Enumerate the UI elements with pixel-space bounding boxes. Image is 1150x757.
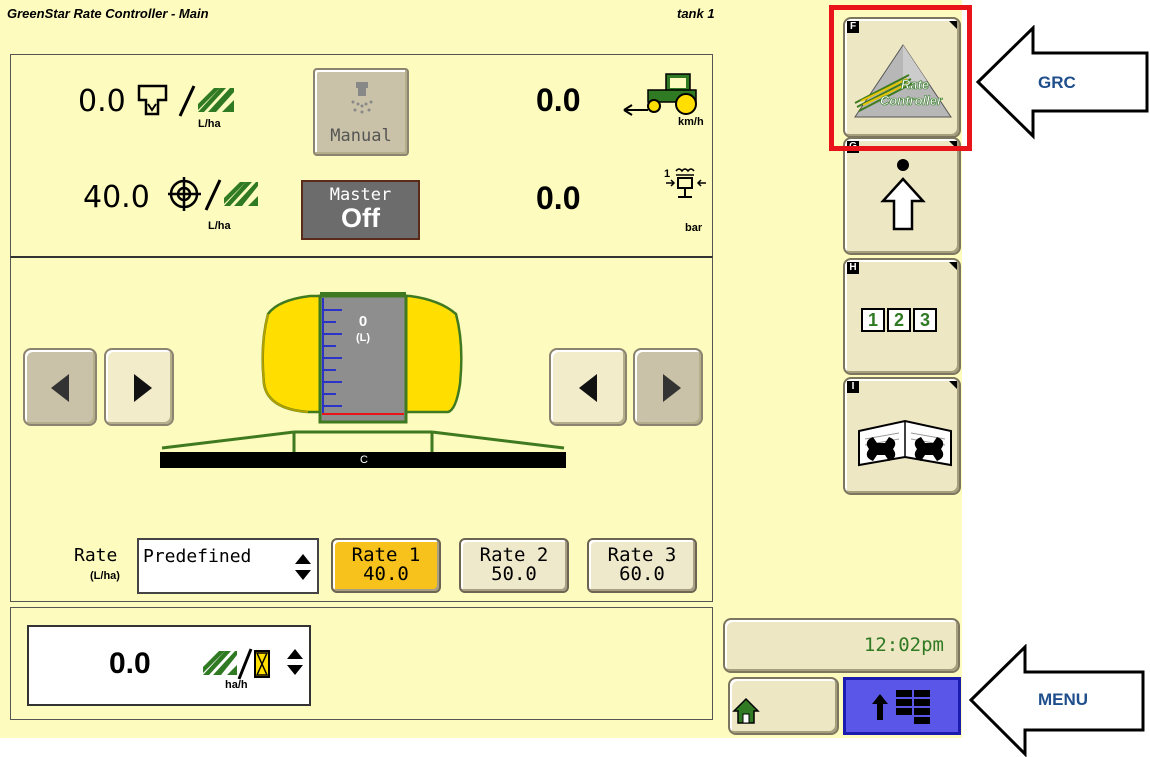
applied-rate-icon [137, 84, 234, 117]
tractor-icon [623, 73, 697, 116]
pressure-icon: 1 [664, 168, 706, 198]
softkey-upload[interactable]: G [843, 137, 961, 255]
up-down-icon [295, 554, 311, 580]
boom-section-label: C [360, 454, 368, 466]
grc-callout-label: GRC [1038, 73, 1076, 92]
digit-box: 2 [887, 308, 911, 332]
rate-2-button[interactable]: Rate 2 50.0 [459, 538, 569, 593]
softkey-numbers[interactable]: H 1 2 3 [843, 258, 961, 375]
rate-mode-dropdown[interactable]: Predefined [137, 538, 319, 594]
svg-text:1: 1 [664, 168, 670, 180]
applied-rate-value: 0.0 [78, 84, 126, 119]
target-rate-value: 40.0 [83, 180, 150, 215]
softkey-h-letter: H [847, 262, 859, 274]
rate-3-button[interactable]: Rate 3 60.0 [587, 538, 697, 593]
speed-unit: km/h [678, 116, 704, 128]
right-boom-shift-right-button[interactable] [633, 348, 703, 426]
left-boom-shift-left-button[interactable] [23, 348, 97, 426]
work-rate-field[interactable]: 0.0 ha/h [27, 625, 311, 706]
master-switch-button[interactable]: Master Off [301, 180, 420, 240]
softkey-i-letter: I [847, 381, 859, 393]
manual-label: Manual [330, 126, 392, 146]
master-state: Off [341, 203, 380, 233]
work-rate-value: 0.0 [109, 647, 151, 680]
pressure-value: 0.0 [536, 180, 581, 216]
home-icon [732, 697, 760, 724]
arrow-left-icon [51, 374, 69, 402]
rate-1-button[interactable]: Rate 1 40.0 [331, 538, 441, 593]
applied-rate-unit: L/ha [198, 118, 221, 130]
arrow-right-icon [134, 374, 152, 402]
speed-value: 0.0 [536, 82, 581, 118]
target-rate-unit: L/ha [208, 220, 231, 232]
area-per-time-icon [203, 648, 270, 680]
digit-box: 1 [861, 308, 885, 332]
rate-2-value: 50.0 [491, 563, 537, 585]
upload-arrow-icon [880, 159, 926, 231]
menu-callout-label: MENU [1038, 690, 1089, 709]
work-rate-unit: ha/h [225, 679, 248, 691]
home-button[interactable] [728, 677, 839, 735]
display-screen: GreenStar Rate Controller - Main tank 1 … [0, 0, 962, 738]
number-boxes-icon: 1 2 3 [861, 308, 937, 332]
grc-highlight-box [829, 5, 972, 151]
arrow-left-icon [579, 374, 597, 402]
corner-indicator-icon [949, 262, 957, 270]
rate-1-value: 40.0 [363, 563, 409, 585]
arrow-right-icon [663, 374, 681, 402]
tank-label: tank 1 [677, 6, 715, 21]
rate-3-value: 60.0 [619, 563, 665, 585]
target-rate-icon [168, 177, 258, 211]
tank-volume-value: 0 [358, 313, 368, 330]
rate-mode-value: Predefined [143, 546, 252, 567]
clock-time: 12:02pm [863, 634, 944, 656]
menu-icon [872, 690, 930, 724]
nozzle-icon [351, 82, 373, 114]
corner-indicator-icon [949, 381, 957, 389]
softkey-settings-manual[interactable]: I [843, 377, 961, 495]
digit-box: 3 [913, 308, 937, 332]
manual-button[interactable]: Manual [313, 68, 409, 156]
up-down-icon [287, 649, 303, 675]
tank-volume-unit: (L) [355, 332, 371, 344]
master-label: Master [329, 185, 392, 205]
wrench-book-icon [858, 419, 952, 467]
menu-button[interactable] [843, 677, 961, 735]
rate-label: Rate [74, 545, 118, 566]
rate-unit-label: (L/ha) [90, 570, 120, 582]
page-title: GreenStar Rate Controller - Main [7, 6, 209, 21]
pressure-unit: bar [685, 222, 703, 234]
clock-display: 12:02pm [723, 618, 960, 673]
